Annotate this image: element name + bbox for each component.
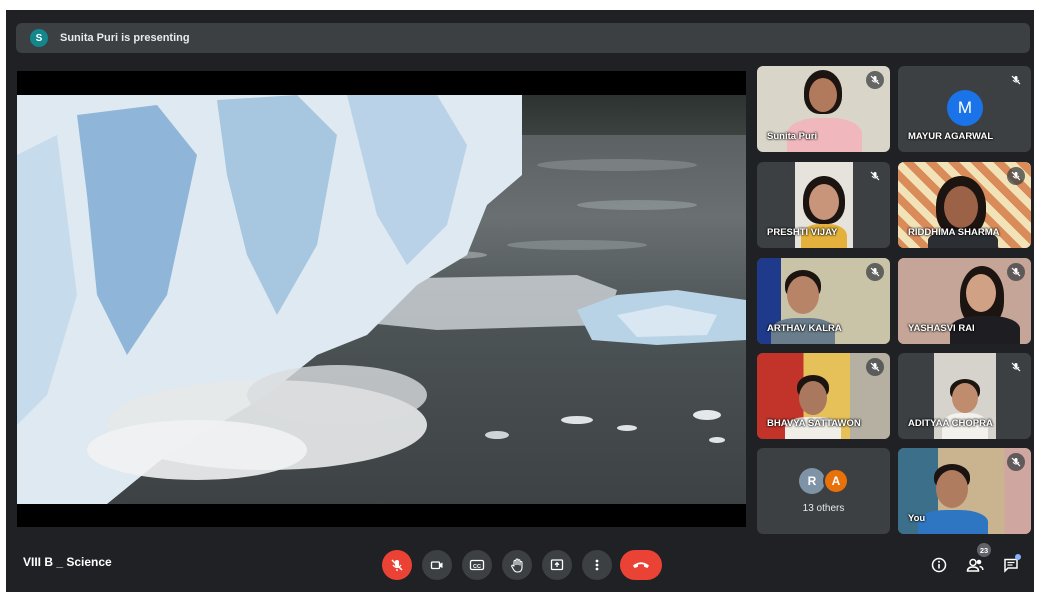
others-tile[interactable]: R A 13 others: [757, 448, 890, 534]
presenting-text: Sunita Puri is presenting: [60, 32, 190, 44]
svg-text:CC: CC: [473, 564, 481, 570]
camera-toggle-button[interactable]: [422, 550, 452, 580]
avatar: M: [947, 90, 983, 126]
avatar: R: [799, 468, 825, 494]
more-options-button[interactable]: [582, 550, 612, 580]
others-count: 13 others: [802, 503, 845, 514]
participant-name: MAYUR AGARWAL: [908, 131, 994, 142]
mic-off-icon: [866, 71, 884, 89]
participant-tile[interactable]: ARTHAV KALRA: [757, 258, 890, 344]
meeting-details-button[interactable]: [928, 554, 950, 576]
people-button[interactable]: [964, 554, 986, 576]
captions-icon: CC: [469, 559, 485, 571]
mic-off-icon: [1007, 263, 1025, 281]
participant-name: BHAVYA SATTAWON: [767, 418, 861, 429]
participant-name: YASHASVI RAI: [908, 323, 975, 334]
meet-window: S Sunita Puri is presenting Sunita Puri …: [6, 10, 1034, 592]
participant-name: You: [908, 513, 926, 524]
participant-name: PRESHTI VIJAY: [767, 227, 838, 238]
raise-hand-button[interactable]: [502, 550, 532, 580]
end-call-icon: [633, 562, 649, 568]
mic-off-icon: [866, 358, 884, 376]
mic-off-icon: [1007, 453, 1025, 471]
captions-button[interactable]: CC: [462, 550, 492, 580]
people-icon: [966, 558, 984, 572]
mic-off-icon: [866, 263, 884, 281]
present-now-button[interactable]: [542, 550, 572, 580]
mic-toggle-button[interactable]: [382, 550, 412, 580]
mic-off-icon: [1007, 167, 1025, 185]
raise-hand-icon: [511, 557, 523, 573]
people-count-badge: 23: [977, 543, 991, 557]
presenting-banner: S Sunita Puri is presenting: [16, 23, 1030, 53]
participant-tile[interactable]: BHAVYA SATTAWON: [757, 353, 890, 439]
chat-unread-dot: [1015, 554, 1021, 560]
info-icon: [931, 557, 947, 573]
participant-tile[interactable]: YASHASVI RAI: [898, 258, 1031, 344]
participant-name: ADITYAA CHOPRA: [908, 418, 993, 429]
present-icon: [550, 559, 564, 571]
glacier-video-frame: [17, 95, 746, 504]
meeting-name: VIII B _ Science: [23, 555, 112, 569]
mic-off-icon: [1007, 71, 1025, 89]
mic-off-icon: [1007, 358, 1025, 376]
more-icon: [595, 559, 599, 571]
participant-tile[interactable]: ADITYAA CHOPRA: [898, 353, 1031, 439]
mic-off-icon: [391, 559, 403, 571]
participant-name: RIDDHIMA SHARMA: [908, 227, 1000, 238]
avatar: A: [823, 468, 849, 494]
mic-off-icon: [866, 167, 884, 185]
camera-icon: [430, 561, 443, 570]
participant-tile-self[interactable]: You: [898, 448, 1031, 534]
participant-tile[interactable]: Sunita Puri: [757, 66, 890, 152]
participant-tile[interactable]: M MAYUR AGARWAL: [898, 66, 1031, 152]
participant-name: Sunita Puri: [767, 131, 818, 142]
participant-tile[interactable]: PRESHTI VIJAY: [757, 162, 890, 248]
participant-name: ARTHAV KALRA: [767, 323, 842, 334]
participant-tile[interactable]: RIDDHIMA SHARMA: [898, 162, 1031, 248]
presenter-avatar: S: [30, 29, 48, 47]
presentation-view[interactable]: [17, 71, 746, 527]
leave-call-button[interactable]: [620, 550, 662, 580]
